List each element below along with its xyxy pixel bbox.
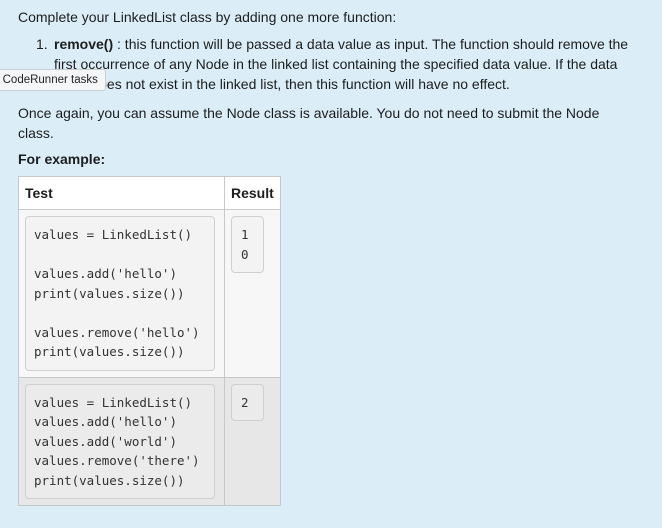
list-line-2: first occurrence of any Node in the link… [54, 56, 618, 72]
test-code: values = LinkedList() values.add('hello'… [25, 383, 215, 499]
table-row: values = LinkedList() values.add('hello'… [18, 209, 281, 378]
result-output: 1 0 [231, 216, 264, 273]
example-table: Test Result values = LinkedList() values… [18, 176, 281, 506]
coderunner-tasks-tab[interactable]: 4 - CodeRunner tasks [0, 69, 106, 91]
function-name: remove() [54, 36, 114, 52]
note-text: Once again, you can assume the Node clas… [18, 105, 600, 141]
table-row: values = LinkedList() values.add('hello'… [18, 376, 281, 506]
test-code: values = LinkedList() values.add('hello'… [25, 216, 215, 371]
test-column-header: Test [18, 176, 225, 210]
list-number: 1. [36, 36, 48, 52]
intro-text: Complete your LinkedList class by adding… [18, 9, 397, 25]
list-line-3: value does not exist in the linked list,… [54, 76, 510, 92]
result-output: 2 [231, 383, 264, 421]
for-example-heading: For example: [18, 151, 106, 167]
result-column-header: Result [224, 176, 281, 210]
list-line-1: : this function will be passed a data va… [113, 36, 629, 52]
